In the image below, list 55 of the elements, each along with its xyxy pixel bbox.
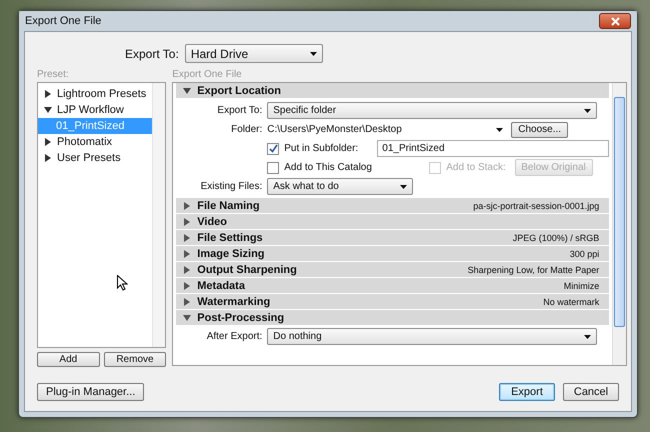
plugin-manager-button[interactable]: Plug-in Manager... <box>37 383 144 401</box>
section-header[interactable]: Metadata Minimize <box>176 278 610 293</box>
checkbox-label: Put in Subfolder: <box>284 143 360 154</box>
section-summary: Sharpening Low, for Matte Paper <box>468 264 600 274</box>
checkbox[interactable] <box>267 142 280 154</box>
export-to-dropdown[interactable]: Specific folder <box>267 102 598 119</box>
folder-path: C:\Users\PyeMonster\Desktop <box>267 124 403 135</box>
checkbox[interactable] <box>267 162 280 174</box>
export-to-dropdown[interactable]: Hard Drive <box>184 44 323 63</box>
section-header[interactable]: Image Sizing 300 ppi <box>176 246 610 261</box>
scrollbar[interactable] <box>152 83 166 347</box>
pointer-icon <box>117 275 128 291</box>
checkbox-label: Add to This Catalog <box>284 162 373 173</box>
after-export-dropdown[interactable]: Do nothing <box>267 328 598 345</box>
export-to-label: Export To: <box>125 46 179 60</box>
field-label: Folder: <box>230 124 262 135</box>
section-summary: No watermark <box>543 296 600 306</box>
subfolder-input[interactable]: 01_PrintSized <box>377 140 610 157</box>
preset-label: Preset: <box>37 69 70 80</box>
dropdown-arrow-icon <box>400 184 408 188</box>
dropdown-arrow-icon <box>584 334 592 338</box>
dialog-button[interactable]: Cancel <box>563 383 619 401</box>
checkbox-label: Add to Stack: <box>446 162 507 173</box>
preset-folder[interactable]: Lightroom Presets <box>38 86 152 102</box>
close-button[interactable] <box>599 13 631 29</box>
section-summary: 300 ppi <box>570 248 600 258</box>
section-header[interactable]: File Naming pa-sjc-portrait-session-0001.jpg <box>176 198 610 213</box>
section-summary: JPEG (100%) / sRGB <box>512 232 600 242</box>
dialog-button[interactable]: Export <box>499 383 555 401</box>
window-title: Export One File <box>25 15 102 27</box>
dropdown-arrow-icon <box>310 52 317 56</box>
caret-icon <box>183 86 192 94</box>
section-header[interactable]: Video <box>176 214 610 229</box>
existing-files-dropdown[interactable]: Ask what to do <box>267 178 414 195</box>
close-icon <box>610 16 620 26</box>
preset-button[interactable]: Add <box>37 352 100 367</box>
preset-folder[interactable]: LJP Workflow <box>38 102 152 118</box>
preset-folder[interactable]: Photomatix <box>38 134 152 150</box>
section-summary: Minimize <box>564 280 600 290</box>
section-header[interactable]: Export Location <box>176 83 610 98</box>
section-header[interactable]: Watermarking No watermark <box>176 294 610 309</box>
preset-folder[interactable]: User Presets <box>38 150 152 166</box>
preset-button[interactable]: Remove <box>104 352 166 367</box>
section-header[interactable]: File Settings JPEG (100%) / sRGB <box>176 230 610 245</box>
field-label: Export To: <box>216 105 262 116</box>
section-header[interactable]: Post-Processing <box>176 310 610 325</box>
scrollbar[interactable] <box>612 83 626 365</box>
section-summary: pa-sjc-portrait-session-0001.jpg <box>473 200 600 210</box>
choose-button[interactable]: Choose... <box>511 122 568 138</box>
dropdown-arrow-icon[interactable] <box>496 128 504 132</box>
panel-label: Export One File <box>172 69 243 80</box>
field-label: After Export: <box>206 331 262 342</box>
section-header[interactable]: Output Sharpening Sharpening Low, for Matte Paper <box>176 262 610 277</box>
field-label: Existing Files: <box>200 181 262 192</box>
dropdown-arrow-icon <box>584 108 592 112</box>
